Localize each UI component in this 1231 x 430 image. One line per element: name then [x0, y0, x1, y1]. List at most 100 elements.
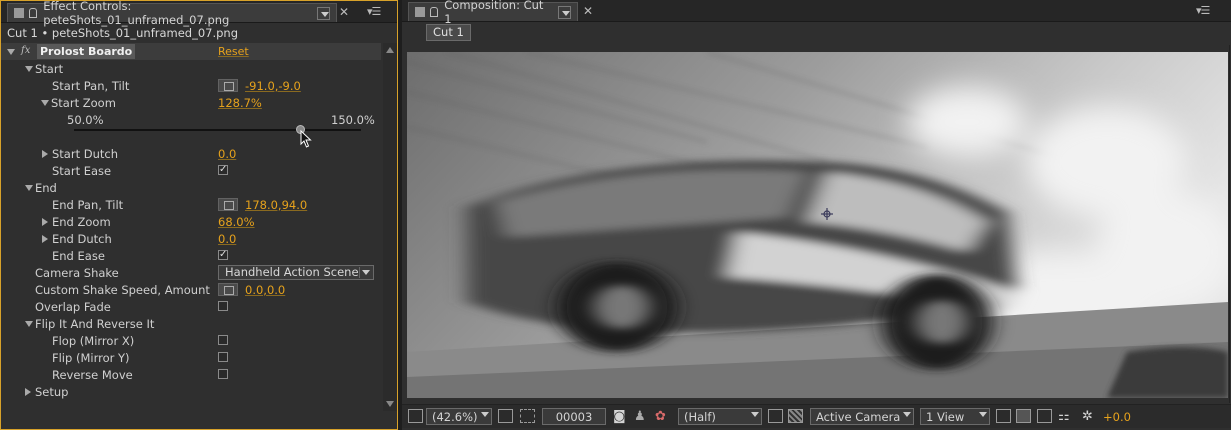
- region-of-interest-icon[interactable]: [768, 409, 783, 423]
- group-start[interactable]: Start: [1, 60, 381, 77]
- prop-end-dutch: End Dutch 0.0: [1, 230, 381, 247]
- chevron-down-icon[interactable]: [359, 267, 371, 278]
- effect-name[interactable]: Prolost Boardo: [37, 44, 136, 59]
- prop-end-pan-tilt: End Pan, Tilt 178.0,94.0: [1, 196, 381, 213]
- group-end[interactable]: End: [1, 179, 381, 196]
- overlap-fade-checkbox[interactable]: [218, 301, 228, 311]
- flowchart-icon[interactable]: ⚏: [1058, 408, 1070, 425]
- view-layout-select[interactable]: 1 View: [920, 408, 990, 425]
- exposure-icon[interactable]: ✲: [1082, 408, 1093, 425]
- composition-tab[interactable]: Composition: Cut 1: [408, 0, 578, 26]
- grip-icon[interactable]: [14, 8, 24, 18]
- start-zoom-label: Start Zoom: [51, 95, 116, 110]
- camera-shake-select[interactable]: Handheld Action Scene: [218, 265, 374, 280]
- toggle-pixel-aspect-icon[interactable]: [996, 409, 1011, 423]
- show-snapshot-icon[interactable]: ♟: [634, 408, 646, 425]
- collapse-triangle-icon[interactable]: [25, 388, 31, 396]
- lock-icon[interactable]: [429, 7, 439, 17]
- prop-start-ease: Start Ease ✓: [1, 162, 381, 179]
- tab-dropdown-button[interactable]: [557, 5, 571, 19]
- composition-tab-label: Composition: Cut 1: [444, 0, 544, 26]
- group-start-label: Start: [35, 61, 64, 76]
- chevron-down-icon[interactable]: [979, 412, 987, 417]
- end-pan-tilt-value[interactable]: 178.0,94.0: [245, 198, 307, 212]
- expand-triangle-icon[interactable]: [25, 66, 33, 72]
- end-zoom-value[interactable]: 68.0%: [218, 215, 255, 229]
- cursor-icon: [300, 130, 312, 148]
- prop-reverse-move: Reverse Move: [1, 366, 381, 383]
- effect-controls-tab[interactable]: Effect Controls: peteShots_01_unframed_0…: [7, 0, 337, 27]
- effect-controls-tab-label: Effect Controls: peteShots_01_unframed_0…: [43, 0, 230, 27]
- camera-shake-selected: Handheld Action Scene: [225, 265, 359, 279]
- prop-start-zoom: Start Zoom 128.7%: [1, 94, 381, 111]
- effect-header-row[interactable]: fx Prolost Boardo Reset: [1, 43, 381, 60]
- collapse-triangle-icon[interactable]: [42, 150, 48, 158]
- start-pan-tilt-value[interactable]: -91.0,-9.0: [245, 79, 301, 93]
- start-zoom-value[interactable]: 128.7%: [218, 96, 262, 110]
- close-icon[interactable]: ✕: [339, 5, 349, 19]
- mask-visibility-icon[interactable]: [520, 409, 535, 423]
- custom-shake-value[interactable]: 0.0,0.0: [245, 283, 285, 297]
- layer-name-line: Cut 1 • peteShots_01_unframed_07.png: [7, 26, 239, 40]
- menu-icon[interactable]: ▾☰: [367, 5, 381, 18]
- fast-previews-icon[interactable]: [1016, 409, 1031, 423]
- expand-triangle-icon[interactable]: [25, 185, 33, 191]
- timecode-value: 00003: [555, 409, 593, 424]
- close-icon[interactable]: ✕: [583, 4, 593, 18]
- end-dutch-value[interactable]: 0.0: [218, 232, 236, 246]
- tab-dropdown-button[interactable]: [316, 6, 330, 20]
- reset-button[interactable]: Reset: [218, 45, 249, 58]
- flop-checkbox[interactable]: [218, 335, 228, 345]
- chevron-down-icon[interactable]: [903, 412, 911, 417]
- snapshot-icon[interactable]: ◙: [613, 408, 626, 425]
- slider-min-label: 50.0%: [67, 112, 104, 127]
- end-pan-tilt-label: End Pan, Tilt: [52, 197, 124, 212]
- composition-bottom-bar: (42.6%) 00003 ◙ ♟ ✿ (Half) Active Camera…: [402, 404, 1231, 428]
- end-ease-label: End Ease: [52, 248, 105, 263]
- point-control-icon[interactable]: [218, 198, 238, 211]
- reverse-move-checkbox[interactable]: [218, 369, 228, 379]
- group-setup[interactable]: Setup: [1, 383, 381, 400]
- scroll-down-icon[interactable]: [386, 401, 394, 407]
- grid-icon[interactable]: [498, 409, 513, 423]
- flip-checkbox[interactable]: [218, 352, 228, 362]
- transparency-icon[interactable]: [788, 409, 803, 423]
- camera-select[interactable]: Active Camera: [810, 408, 914, 425]
- group-end-label: End: [35, 180, 57, 195]
- expand-triangle-icon[interactable]: [25, 321, 33, 327]
- start-dutch-label: Start Dutch: [52, 146, 119, 161]
- menu-icon[interactable]: ▾☰: [1196, 4, 1210, 17]
- grip-icon[interactable]: [415, 7, 425, 17]
- end-ease-checkbox[interactable]: ✓: [218, 250, 228, 260]
- magnification-select[interactable]: (42.6%): [426, 408, 492, 425]
- expand-triangle-icon[interactable]: [7, 49, 15, 55]
- timecode-field[interactable]: 00003: [542, 408, 606, 425]
- scroll-up-icon[interactable]: [386, 47, 394, 53]
- view-layout-value: 1 View: [926, 409, 965, 424]
- collapse-triangle-icon[interactable]: [42, 235, 48, 243]
- channels-icon[interactable]: ✿: [655, 408, 666, 425]
- timeline-icon[interactable]: [1037, 409, 1052, 423]
- point-control-icon[interactable]: [218, 79, 238, 92]
- start-ease-checkbox[interactable]: ✓: [218, 165, 228, 175]
- effect-panel-scrollbar[interactable]: [383, 43, 397, 411]
- exposure-value[interactable]: +0.0: [1103, 408, 1131, 425]
- group-flip[interactable]: Flip It And Reverse It: [1, 315, 381, 332]
- chevron-down-icon[interactable]: [481, 412, 489, 417]
- collapse-triangle-icon[interactable]: [42, 218, 48, 226]
- fx-icon[interactable]: fx: [21, 45, 30, 56]
- expand-triangle-icon[interactable]: [41, 100, 49, 106]
- lock-icon[interactable]: [28, 8, 38, 18]
- end-zoom-label: End Zoom: [52, 214, 111, 229]
- start-zoom-slider[interactable]: [74, 129, 361, 131]
- comp-breadcrumb-cut1[interactable]: Cut 1: [426, 24, 471, 41]
- prop-end-zoom: End Zoom 68.0%: [1, 213, 381, 230]
- point-control-icon[interactable]: [218, 283, 238, 296]
- always-preview-icon[interactable]: [408, 409, 423, 423]
- camera-shake-label: Camera Shake: [35, 265, 119, 280]
- composition-viewer[interactable]: [407, 52, 1228, 398]
- chevron-down-icon[interactable]: [751, 412, 759, 417]
- resolution-select[interactable]: (Half): [678, 408, 762, 425]
- start-dutch-value[interactable]: 0.0: [218, 147, 236, 161]
- start-pan-tilt-label: Start Pan, Tilt: [52, 78, 130, 93]
